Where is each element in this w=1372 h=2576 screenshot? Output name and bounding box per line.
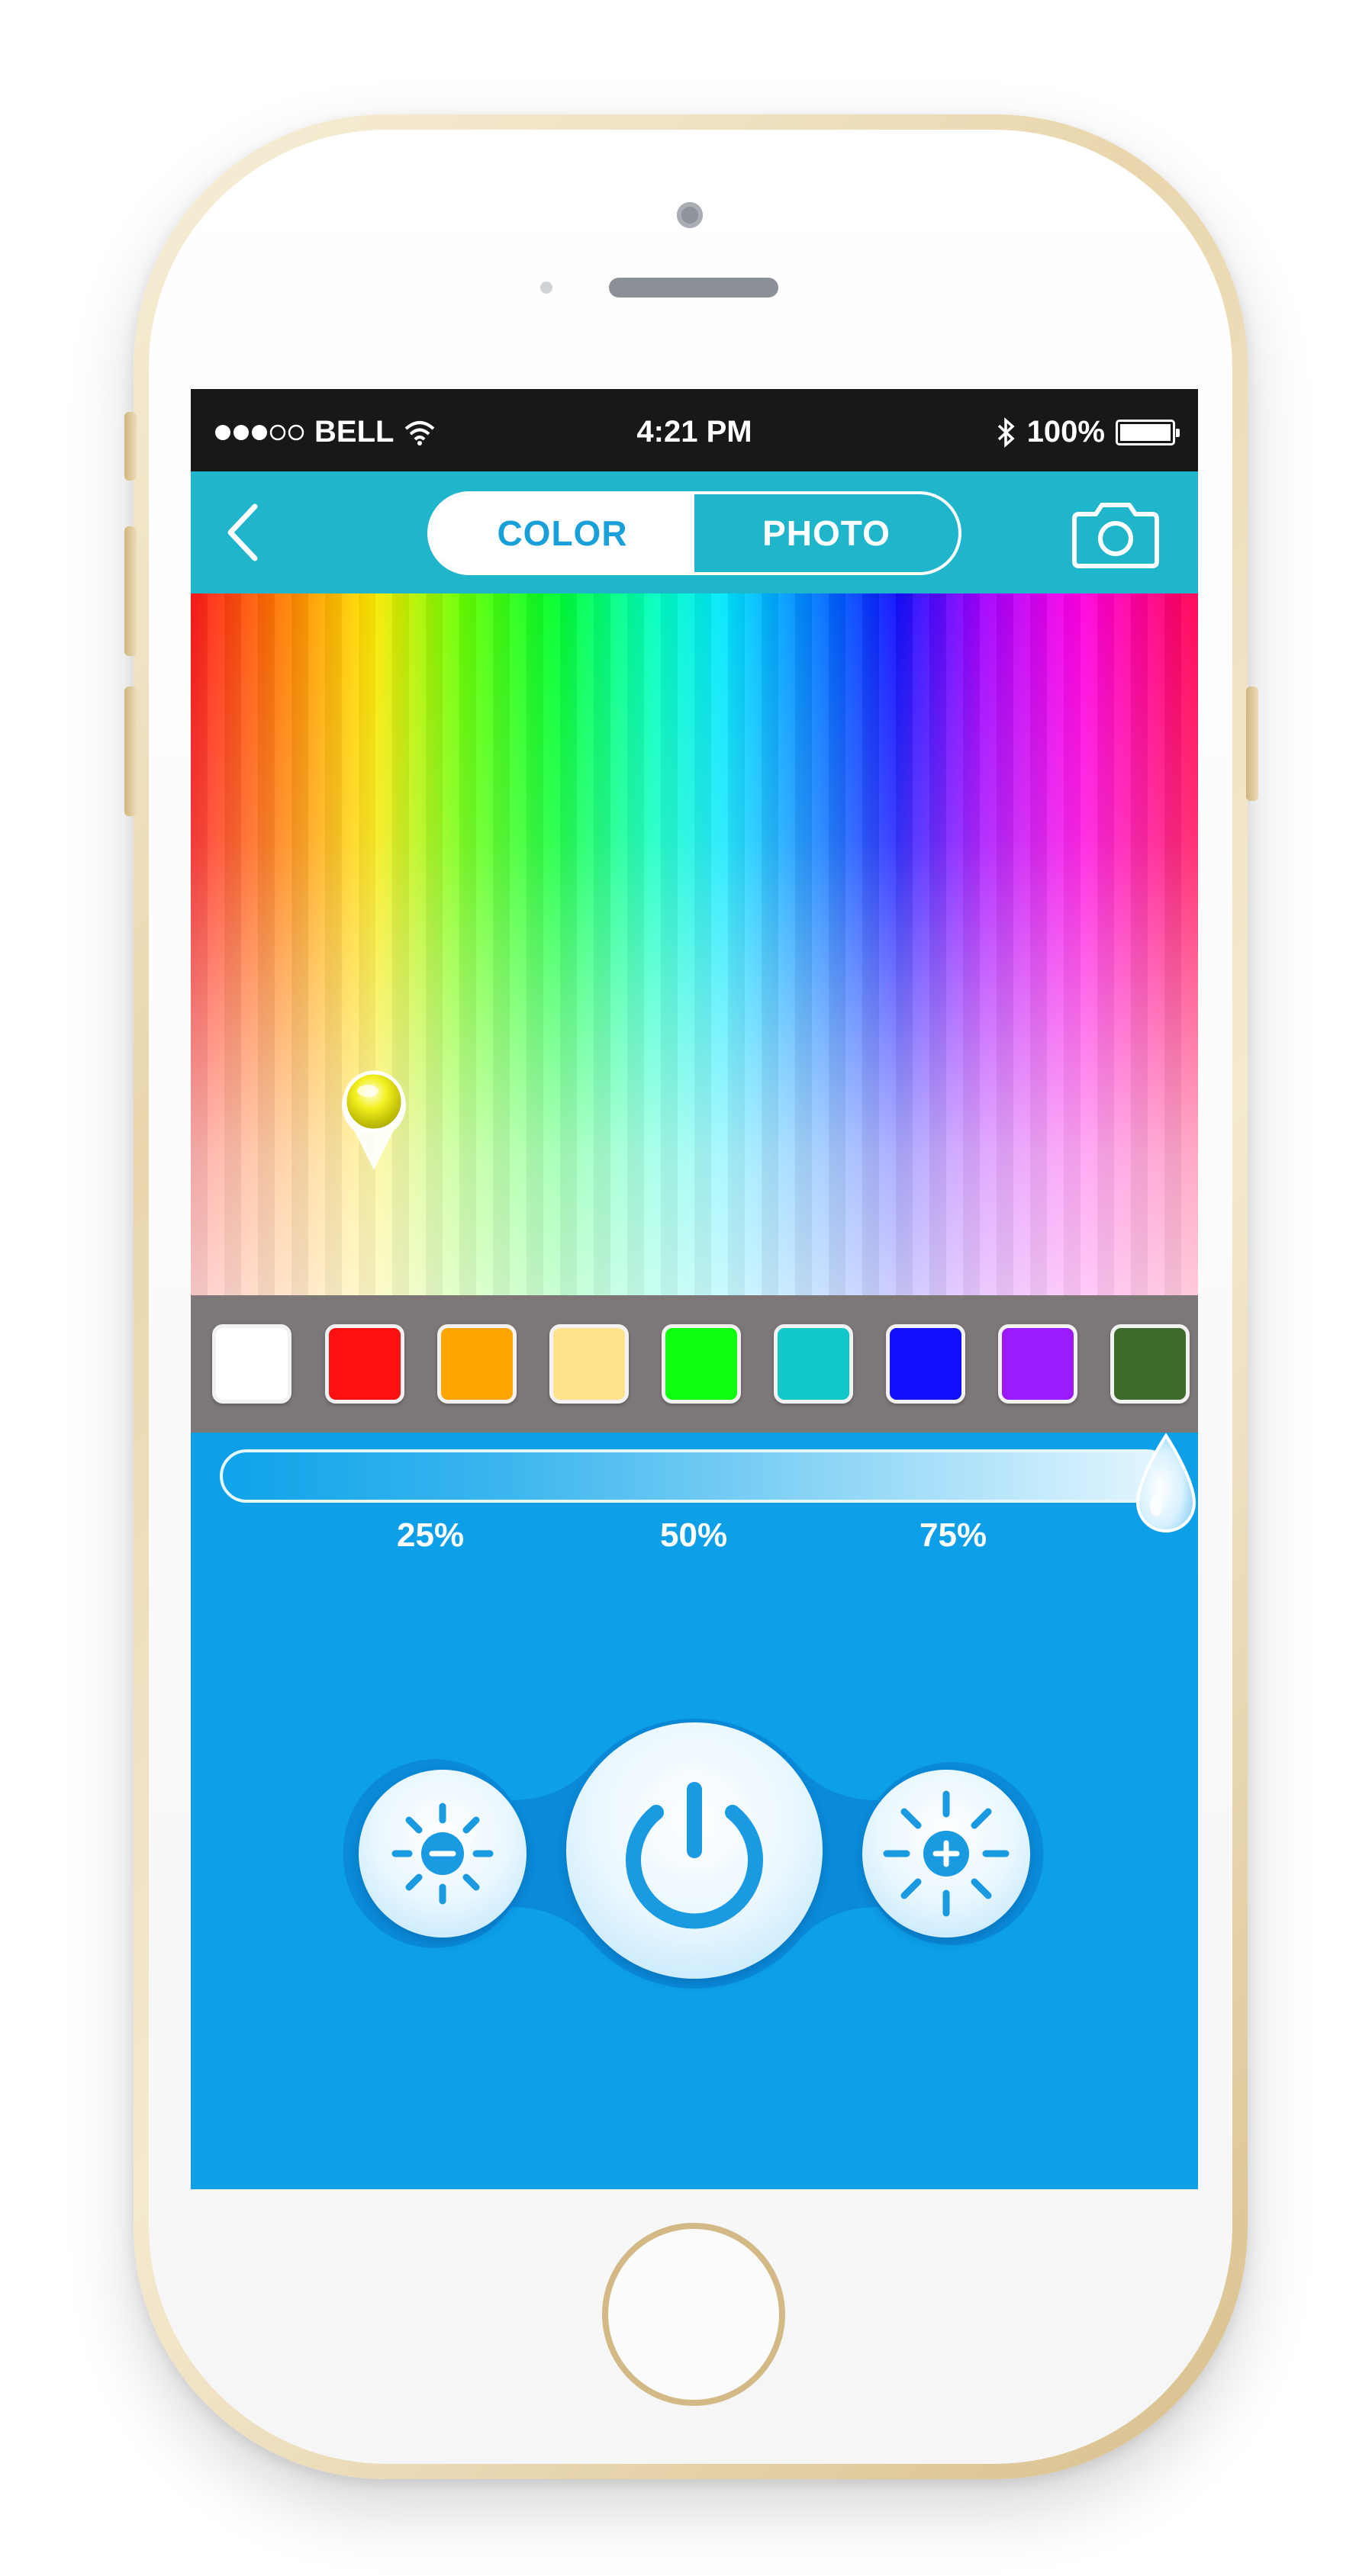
brightness-slider[interactable]: 25% 50% 75% (191, 1433, 1198, 1570)
tick-label-75: 75% (919, 1516, 987, 1554)
sun-plus-icon (883, 1790, 1010, 1917)
swatch-teal[interactable] (774, 1324, 853, 1404)
status-right: 100% (997, 415, 1180, 449)
picker-pin-icon[interactable] (336, 1066, 412, 1173)
swatch-green[interactable] (662, 1324, 741, 1404)
swatch-blue[interactable] (886, 1324, 965, 1404)
nav-bar: COLOR PHOTO (191, 471, 1198, 593)
bluetooth-icon (997, 416, 1015, 448)
tick-label-50: 50% (660, 1516, 728, 1554)
dim-button[interactable] (359, 1770, 527, 1938)
sun-minus-icon (391, 1803, 494, 1905)
battery-percent: 100% (1026, 415, 1105, 449)
swatch-purple[interactable] (998, 1324, 1077, 1404)
app-screen: BELL 4:21 PM 100% COLOR PHOTO 25% 50% 75… (191, 389, 1198, 2189)
power-icon (626, 1782, 763, 1929)
earpiece-speaker (609, 278, 778, 297)
spectrum-texture (191, 593, 1198, 1295)
tab-color[interactable]: COLOR (430, 494, 694, 572)
mode-segmented-control: COLOR PHOTO (427, 491, 961, 575)
camera-icon[interactable] (1068, 500, 1163, 571)
power-button[interactable] (566, 1722, 823, 1979)
light-controls (191, 1686, 1198, 2021)
tick-label-25: 25% (397, 1516, 465, 1554)
preset-swatch-row (191, 1295, 1198, 1433)
swatch-white[interactable] (212, 1324, 291, 1404)
swatch-dark-green[interactable] (1110, 1324, 1190, 1404)
swatch-light-yellow[interactable] (549, 1324, 629, 1404)
front-camera (677, 202, 703, 228)
tab-photo[interactable]: PHOTO (694, 494, 958, 572)
brighten-button[interactable] (862, 1770, 1030, 1938)
home-button[interactable] (602, 2223, 785, 2406)
water-drop-thumb-icon[interactable] (1132, 1433, 1198, 1539)
mute-switch (124, 412, 137, 481)
volume-up-button (124, 526, 137, 656)
color-spectrum-picker[interactable] (191, 593, 1198, 1295)
proximity-sensor (540, 281, 552, 294)
swatch-orange[interactable] (437, 1324, 517, 1404)
power-side-button (1246, 687, 1258, 801)
volume-down-button (124, 687, 137, 816)
swatch-red[interactable] (325, 1324, 404, 1404)
chevron-left-icon[interactable] (221, 500, 267, 564)
battery-icon (1116, 419, 1180, 445)
brightness-track[interactable] (220, 1449, 1174, 1503)
status-bar: BELL 4:21 PM 100% (191, 389, 1198, 471)
